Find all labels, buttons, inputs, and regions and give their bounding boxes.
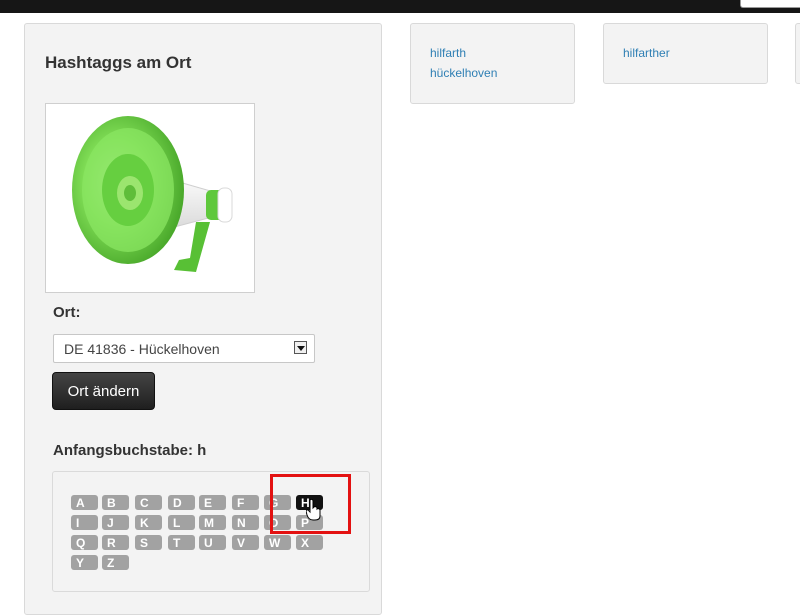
- top-navigation-bar: [0, 0, 800, 13]
- letter-key-u[interactable]: U: [199, 535, 226, 550]
- letter-key-n[interactable]: N: [232, 515, 259, 530]
- letter-key-y[interactable]: Y: [71, 555, 98, 570]
- letter-key-r[interactable]: R: [102, 535, 129, 550]
- letter-key-e[interactable]: E: [199, 495, 226, 510]
- hashtag-link-hilfarth[interactable]: hilfarth: [430, 46, 466, 60]
- initial-letter-heading: Anfangsbuchstabe: h: [53, 442, 207, 459]
- letter-key-x[interactable]: X: [296, 535, 323, 550]
- hashtag-link-hueckelhoven[interactable]: hückelhoven: [430, 66, 497, 80]
- letter-key-v[interactable]: V: [232, 535, 259, 550]
- megaphone-image: [45, 103, 255, 293]
- letter-key-b[interactable]: B: [102, 495, 129, 510]
- letter-key-z[interactable]: Z: [102, 555, 129, 570]
- hashtag-card: hilfarth hückelhoven: [410, 23, 575, 104]
- letter-key-t[interactable]: T: [168, 535, 195, 550]
- letter-key-s[interactable]: S: [135, 535, 162, 550]
- location-select[interactable]: DE 41836 - Hückelhoven: [53, 334, 315, 363]
- top-search-input[interactable]: [740, 0, 800, 8]
- letter-key-q[interactable]: Q: [71, 535, 98, 550]
- megaphone-icon: [72, 116, 233, 272]
- letter-key-j[interactable]: J: [102, 515, 129, 530]
- letter-key-d[interactable]: D: [168, 495, 195, 510]
- dropdown-arrow-icon[interactable]: [294, 341, 307, 354]
- letter-key-l[interactable]: L: [168, 515, 195, 530]
- letter-key-i[interactable]: I: [71, 515, 98, 530]
- letter-key-k[interactable]: K: [135, 515, 162, 530]
- panel-title: Hashtaggs am Ort: [45, 53, 192, 72]
- letter-key-m[interactable]: M: [199, 515, 226, 530]
- letter-key-c[interactable]: C: [135, 495, 162, 510]
- location-label: Ort:: [53, 304, 81, 321]
- location-select-value: DE 41836 - Hückelhoven: [64, 341, 220, 357]
- hashtag-card-partial: [795, 23, 800, 84]
- change-location-button[interactable]: Ort ändern: [52, 372, 155, 410]
- hand-pointer-icon: [306, 499, 321, 521]
- letter-key-f[interactable]: F: [232, 495, 259, 510]
- hashtag-link-hilfarther[interactable]: hilfarther: [623, 46, 670, 60]
- letter-key-a[interactable]: A: [71, 495, 98, 510]
- letter-key-w[interactable]: W: [264, 535, 291, 550]
- hashtag-card: hilfarther: [603, 23, 768, 84]
